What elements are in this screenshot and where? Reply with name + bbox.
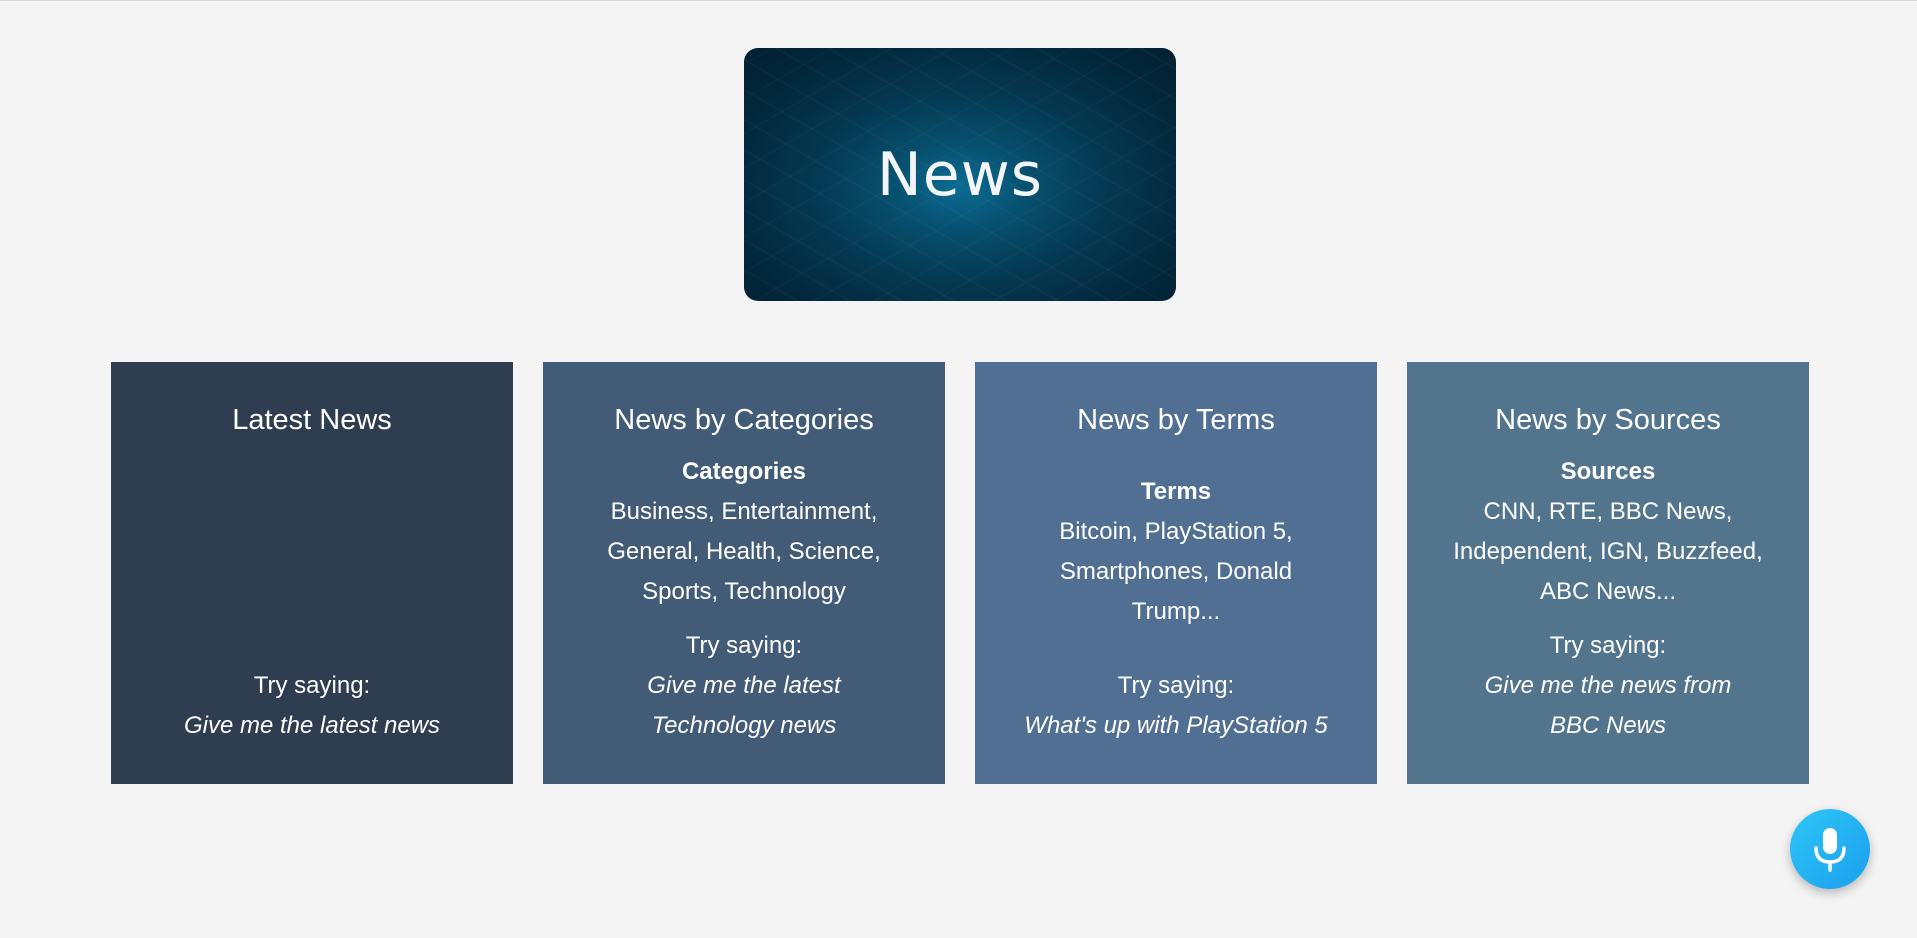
- card-news-by-terms[interactable]: News by Terms Terms Bitcoin, PlayStation…: [975, 362, 1377, 784]
- list-items: CNN, RTE, BBC News, Independent, IGN, Bu…: [1453, 498, 1763, 605]
- try-saying-block: Try saying: Give me the latest Technolog…: [543, 626, 945, 746]
- try-saying-label: Try saying:: [685, 632, 803, 659]
- try-saying-label: Try saying:: [1549, 632, 1667, 659]
- card-title: News by Terms: [1077, 404, 1275, 436]
- card-title: News by Sources: [1495, 404, 1721, 436]
- card-latest-news[interactable]: Latest News Try saying: Give me the late…: [111, 362, 513, 784]
- example-phrase: Give me the latest Technology news: [647, 672, 841, 739]
- try-saying-block: Try saying: What's up with PlayStation 5: [975, 666, 1377, 746]
- example-phrase: Give me the news from BBC News: [1484, 672, 1732, 739]
- card-body: Terms Bitcoin, PlayStation 5, Smartphone…: [975, 472, 1377, 632]
- list-label: Categories: [681, 458, 807, 485]
- card-title: News by Categories: [614, 404, 874, 436]
- list-items: Business, Entertainment, General, Health…: [607, 498, 881, 605]
- card-body: Categories Business, Entertainment, Gene…: [543, 452, 945, 612]
- card-title: Latest News: [232, 404, 392, 436]
- list-label: Terms: [1140, 478, 1212, 505]
- example-phrase: What's up with PlayStation 5: [1024, 712, 1328, 739]
- microphone-icon: [1814, 828, 1846, 872]
- try-saying-block: Try saying: Give me the news from BBC Ne…: [1407, 626, 1809, 746]
- try-saying-label: Try saying:: [1117, 672, 1235, 699]
- microphone-button[interactable]: [1790, 809, 1870, 889]
- list-items: Bitcoin, PlayStation 5, Smartphones, Don…: [1059, 518, 1293, 625]
- try-saying-block: Try saying: Give me the latest news: [111, 666, 513, 746]
- logo-title: News: [876, 139, 1044, 210]
- card-body: Sources CNN, RTE, BBC News, Independent,…: [1407, 452, 1809, 612]
- card-news-by-categories[interactable]: News by Categories Categories Business, …: [543, 362, 945, 784]
- card-news-by-sources[interactable]: News by Sources Sources CNN, RTE, BBC Ne…: [1407, 362, 1809, 784]
- example-phrase: Give me the latest news: [183, 712, 441, 739]
- top-divider: [0, 0, 1917, 1]
- list-label: Sources: [1560, 458, 1656, 485]
- try-saying-label: Try saying:: [253, 672, 371, 699]
- news-logo-banner: News: [744, 48, 1176, 301]
